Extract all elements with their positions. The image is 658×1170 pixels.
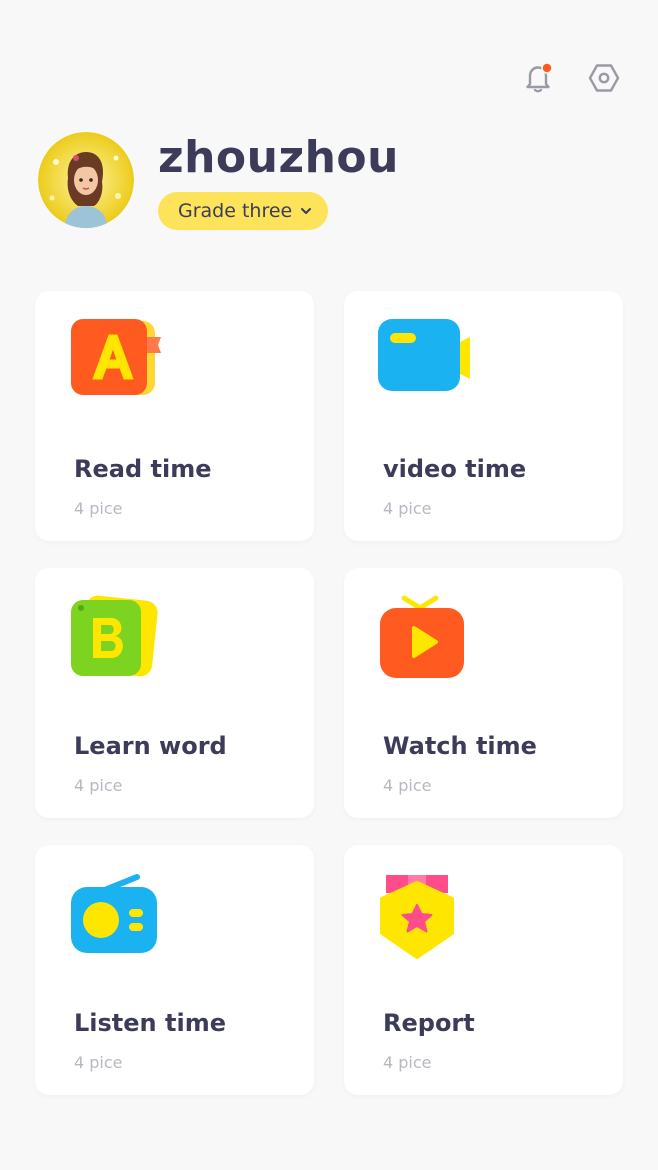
radio-icon: [71, 874, 157, 953]
card-subtitle: 4 pice: [383, 1053, 432, 1072]
card-subtitle: 4 pice: [383, 776, 432, 795]
username: zhouzhou: [158, 132, 399, 183]
bell-icon: [526, 62, 553, 93]
card-title: video time: [383, 455, 527, 483]
card-title: Learn word: [74, 732, 227, 760]
card-title: Report: [383, 1009, 475, 1037]
tv-play-icon: [380, 595, 464, 678]
notification-button[interactable]: [518, 58, 558, 98]
card-title: Read time: [74, 455, 212, 483]
medal-star-icon: [380, 875, 454, 959]
top-bar: [518, 58, 624, 98]
card-watch-time[interactable]: Watch time 4 pice: [344, 568, 623, 818]
gear-icon: [588, 64, 620, 92]
card-subtitle: 4 pice: [383, 499, 432, 518]
card-subtitle: 4 pice: [74, 776, 123, 795]
profile-section: zhouzhou Grade three: [38, 132, 399, 230]
activity-grid: Read time 4 pice video time 4 pice Learn…: [35, 291, 623, 1095]
card-title: Watch time: [383, 732, 537, 760]
card-title: Listen time: [74, 1009, 226, 1037]
card-report[interactable]: Report 4 pice: [344, 845, 623, 1095]
video-camera-icon: [378, 319, 470, 391]
letter-b-icon: [71, 595, 158, 677]
card-read-time[interactable]: Read time 4 pice: [35, 291, 314, 541]
card-learn-word[interactable]: Learn word 4 pice: [35, 568, 314, 818]
grade-selector[interactable]: Grade three: [158, 192, 329, 230]
card-listen-time[interactable]: Listen time 4 pice: [35, 845, 314, 1095]
settings-button[interactable]: [584, 58, 624, 98]
grade-label: Grade three: [178, 200, 293, 222]
chevron-down-icon: [301, 208, 312, 214]
card-subtitle: 4 pice: [74, 499, 123, 518]
card-video-time[interactable]: video time 4 pice: [344, 291, 623, 541]
avatar[interactable]: [38, 132, 134, 228]
book-a-icon: [71, 319, 161, 395]
card-subtitle: 4 pice: [74, 1053, 123, 1072]
